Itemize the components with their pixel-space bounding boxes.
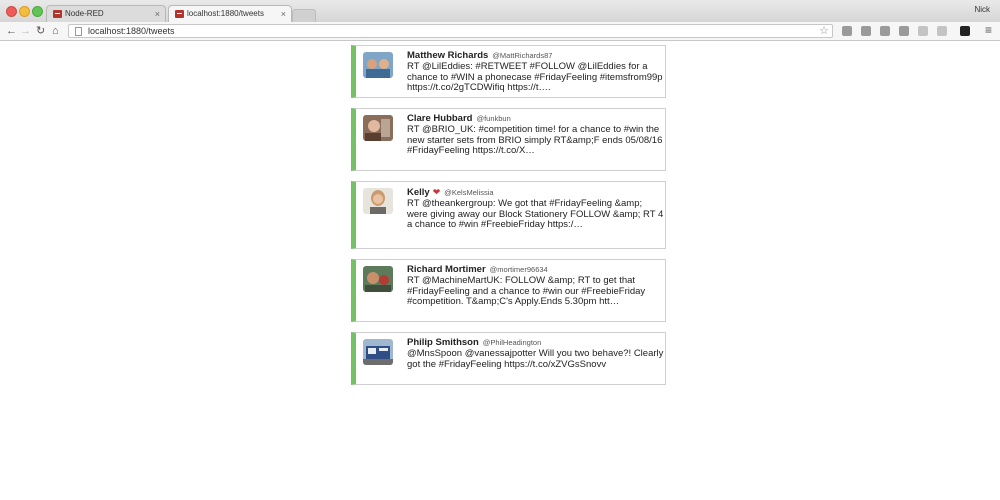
new-tab-button[interactable] [292, 9, 316, 22]
node-red-favicon-icon [53, 10, 62, 18]
extension-icon[interactable] [842, 26, 852, 36]
heart-icon: ❤ [432, 187, 441, 197]
user-name[interactable]: Richard Mortimer [407, 264, 486, 275]
tweet-text: RT @BRIO_UK: #competition time! for a ch… [407, 124, 663, 157]
user-handle[interactable]: @mortimer96634 [490, 265, 548, 274]
avatar [363, 115, 393, 141]
tweet-text: @MnsSpoon @vanessajpotter Will you two b… [407, 348, 664, 370]
user-name[interactable]: Matthew Richards [407, 50, 488, 61]
user-name[interactable]: Clare Hubbard [407, 113, 472, 124]
browser-toolbar: ← → ↻ ⌂ localhost:1880/tweets ☆ ≡ [0, 22, 1000, 41]
home-icon[interactable]: ⌂ [52, 24, 59, 38]
forward-arrow-icon[interactable]: → [20, 24, 31, 38]
zotero-icon[interactable] [960, 26, 970, 36]
user-name[interactable]: Kelly [407, 187, 430, 198]
extension-icon[interactable] [880, 26, 890, 36]
tab-close-icon[interactable]: × [155, 6, 160, 22]
avatar [363, 188, 393, 214]
tab-node-red[interactable]: Node-RED × [46, 5, 166, 22]
tab-close-icon[interactable]: × [281, 6, 286, 22]
close-window-button[interactable] [6, 6, 17, 17]
browser-tab-strip: Node-RED × localhost:1880/tweets × Nick [0, 0, 1000, 23]
avatar [363, 266, 393, 292]
tweet-text: RT @LilEddies: #RETWEET #FOLLOW @LilEddi… [407, 61, 663, 94]
extension-icon[interactable] [937, 26, 947, 36]
tweet-card: Richard Mortimer @mortimer96634 RT @Machi… [351, 259, 666, 322]
user-name[interactable]: Philip Smithson [407, 337, 479, 348]
avatar [363, 52, 393, 78]
page-icon [75, 27, 82, 36]
bookmark-star-icon[interactable]: ☆ [819, 24, 829, 37]
zoom-window-button[interactable] [32, 6, 43, 17]
tab-tweets[interactable]: localhost:1880/tweets × [168, 5, 292, 22]
tweet-card: Philip Smithson @PhilHeadington @MnsSpoon… [351, 332, 666, 385]
user-handle[interactable]: @MattRichards87 [492, 51, 552, 60]
extension-icon[interactable] [899, 26, 909, 36]
profile-name[interactable]: Nick [974, 5, 990, 14]
tweet-text: RT @theankergroup: We got that #FridayFe… [407, 198, 664, 231]
extension-icon[interactable] [918, 26, 928, 36]
tweets-page: Matthew Richards @MattRichards87 RT @LilE… [0, 41, 1000, 500]
address-url[interactable]: localhost:1880/tweets [88, 25, 175, 38]
tweet-card: Clare Hubbard @funkbun RT @BRIO_UK: #comp… [351, 108, 666, 171]
back-arrow-icon[interactable]: ← [6, 24, 17, 38]
minimize-window-button[interactable] [19, 6, 30, 17]
user-handle[interactable]: @funkbun [476, 114, 510, 123]
tweet-card: Matthew Richards @MattRichards87 RT @LilE… [351, 45, 666, 98]
tweet-text: RT @MachineMartUK: FOLLOW &amp; RT to ge… [407, 275, 646, 308]
tab-title: Node-RED [65, 9, 104, 18]
reload-icon[interactable]: ↻ [36, 24, 45, 38]
avatar [363, 339, 393, 365]
address-bar[interactable]: localhost:1880/tweets ☆ [68, 24, 833, 38]
tab-title: localhost:1880/tweets [187, 9, 264, 18]
tweet-card: Kelly ❤ @KelsMelissia RT @theankergroup: W… [351, 181, 666, 249]
menu-icon[interactable]: ≡ [985, 23, 992, 37]
user-handle[interactable]: @PhilHeadington [483, 338, 541, 347]
cast-icon[interactable] [861, 26, 871, 36]
user-handle[interactable]: @KelsMelissia [444, 188, 493, 197]
node-red-favicon-icon [175, 10, 184, 18]
